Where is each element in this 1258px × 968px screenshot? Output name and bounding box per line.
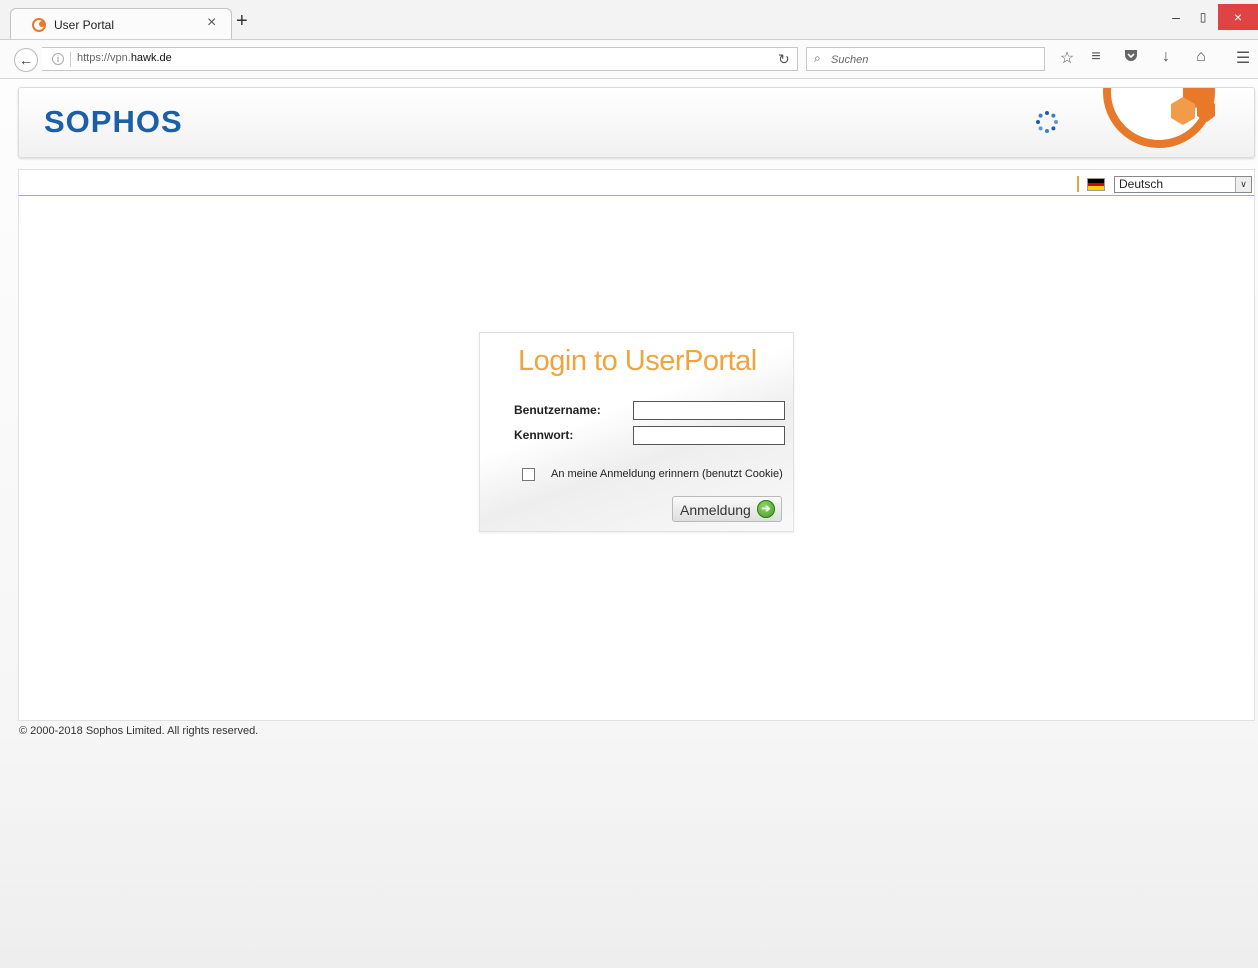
arrow-right-icon: ➔ <box>757 500 775 518</box>
language-select[interactable]: Deutsch ∨ <box>1114 176 1252 193</box>
minimize-window-button[interactable]: – <box>1164 4 1188 30</box>
german-flag-icon <box>1087 178 1105 191</box>
search-icon: ⌕ <box>814 51 821 65</box>
copyright-footer: © 2000-2018 Sophos Limited. All rights r… <box>19 725 259 737</box>
login-button-label: Anmeldung <box>680 502 751 518</box>
login-title: Login to UserPortal <box>518 345 757 377</box>
close-window-button[interactable]: × <box>1218 4 1258 30</box>
search-input[interactable] <box>829 50 1033 70</box>
language-separator <box>1077 176 1079 192</box>
reading-list-icon[interactable]: ≡ <box>1085 48 1107 66</box>
pocket-icon[interactable] <box>1120 48 1142 67</box>
home-icon[interactable]: ⌂ <box>1190 48 1212 66</box>
back-arrow-icon: ← <box>19 52 33 68</box>
star-icon[interactable]: ☆ <box>1056 48 1078 68</box>
browser-titlebar: User Portal × + – ▯ × <box>0 0 1258 39</box>
back-button[interactable]: ← <box>14 48 38 72</box>
sophos-favicon-icon <box>32 18 46 32</box>
site-info-icon[interactable]: i <box>52 53 64 65</box>
username-field[interactable] <box>633 401 785 420</box>
remember-me-label[interactable]: An meine Anmeldung erinnern (benutzt Coo… <box>551 468 783 480</box>
new-tab-button[interactable]: + <box>236 11 248 31</box>
remember-me-checkbox[interactable] <box>522 468 535 481</box>
password-field[interactable] <box>633 426 785 445</box>
url-prefix: https://vpn. <box>77 52 131 64</box>
close-tab-icon[interactable]: × <box>207 14 216 32</box>
login-button[interactable]: Anmeldung ➔ <box>672 496 782 522</box>
sophos-logo: SOPHOS <box>44 104 183 139</box>
maximize-window-button[interactable]: ▯ <box>1188 4 1218 30</box>
login-box: Login to UserPortal Benutzername: Kennwo… <box>479 332 794 532</box>
username-label: Benutzername: <box>514 403 601 417</box>
search-bar[interactable]: ⌕ <box>806 47 1045 71</box>
url-bar[interactable]: i https://vpn.hawk.de ↻ <box>42 47 798 71</box>
chevron-down-icon[interactable]: ∨ <box>1235 177 1251 192</box>
password-label: Kennwort: <box>514 428 574 442</box>
url-text[interactable]: https://vpn.hawk.de <box>77 52 172 64</box>
menu-icon[interactable]: ☰ <box>1232 48 1254 68</box>
portal-header: SOPHOS <box>18 87 1255 158</box>
language-bar: Deutsch ∨ <box>19 170 1254 196</box>
tab-user-portal[interactable]: User Portal × <box>10 8 232 39</box>
language-selected: Deutsch <box>1119 177 1164 191</box>
url-host: hawk.de <box>130 52 172 64</box>
url-separator <box>70 52 71 67</box>
download-icon[interactable]: ↓ <box>1155 48 1177 66</box>
tab-title: User Portal <box>54 18 115 32</box>
spinner-icon <box>1036 111 1058 133</box>
sophos-hex-logo-icon <box>1103 88 1215 148</box>
reload-icon[interactable]: ↻ <box>778 51 790 68</box>
